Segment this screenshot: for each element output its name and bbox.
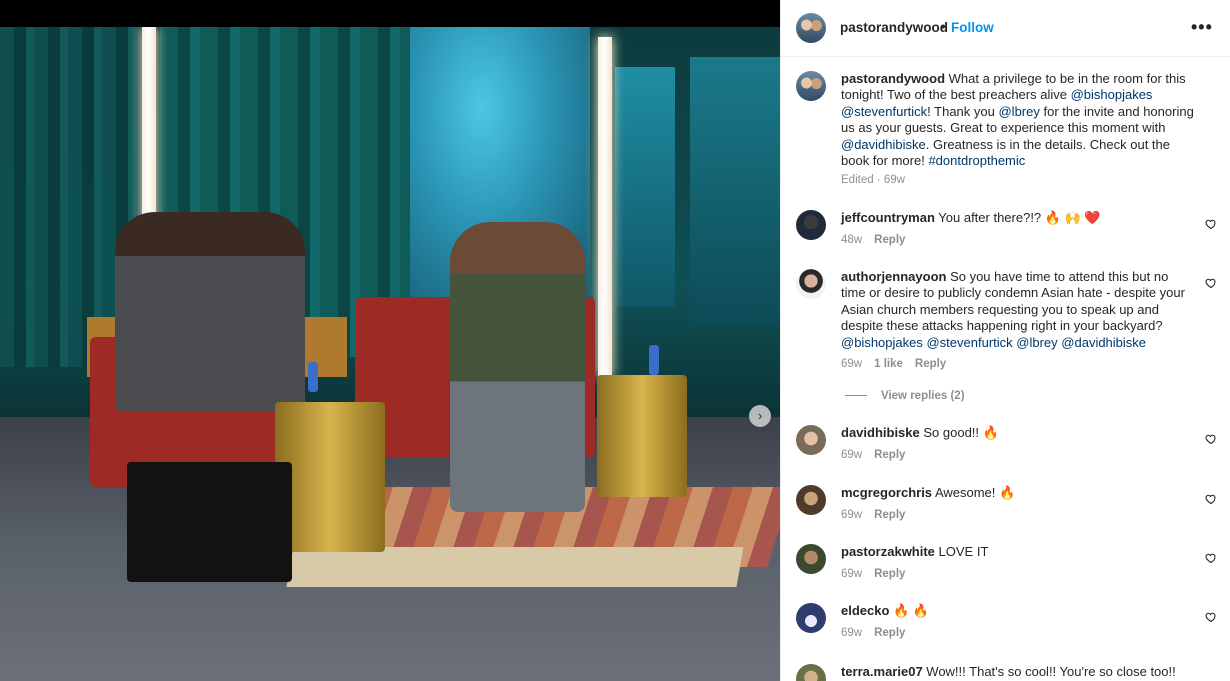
- stage-screen-far-right: [690, 57, 780, 327]
- avatar[interactable]: [796, 71, 826, 101]
- light-bar-left: [142, 27, 156, 227]
- comment-time: 48w: [841, 234, 863, 246]
- mention-link[interactable]: @bishopjakes: [1071, 87, 1153, 102]
- comment-meta: 69w Reply: [841, 449, 917, 461]
- caption-text: pastorandywood What a privilege to be in…: [841, 71, 1196, 169]
- comment-username[interactable]: eldecko: [841, 603, 889, 618]
- post-sidebar: pastorandywood • Follow ••• pastorandywo…: [780, 0, 1230, 681]
- comment-time: 69w: [841, 449, 863, 461]
- mention-link[interactable]: @stevenfurtick: [926, 335, 1012, 350]
- comment-text: eldecko 🔥 🔥: [841, 603, 1196, 619]
- heart-outline-icon[interactable]: [1205, 611, 1217, 623]
- separator-dot: •: [941, 19, 946, 34]
- mention-link[interactable]: @davidhibiske: [841, 137, 926, 152]
- comment-text: pastorzakwhite LOVE IT: [841, 544, 1196, 560]
- avatar[interactable]: [796, 425, 826, 455]
- comment-body: So good!! 🔥: [919, 425, 999, 440]
- comment-meta: 69w Reply: [841, 627, 917, 639]
- replies-divider: [845, 395, 867, 397]
- comment-username[interactable]: pastorzakwhite: [841, 544, 935, 559]
- comment-username[interactable]: jeffcountryman: [841, 210, 935, 225]
- heart-outline-icon[interactable]: [1205, 277, 1217, 289]
- speaker-left: [115, 212, 305, 412]
- heart-outline-icon[interactable]: [1205, 218, 1217, 230]
- reply-button[interactable]: Reply: [874, 627, 905, 639]
- avatar[interactable]: [796, 664, 826, 681]
- heart-outline-icon[interactable]: [1205, 493, 1217, 505]
- stage-rug-fringe: [286, 547, 744, 587]
- comment-body: LOVE IT: [934, 544, 989, 559]
- stage-monitor-speaker: [127, 462, 292, 582]
- comment-body: 🔥 🔥: [889, 603, 930, 618]
- caption-part: ! Thank you: [927, 103, 999, 119]
- heart-outline-icon[interactable]: [1205, 433, 1217, 445]
- avatar[interactable]: [796, 485, 826, 515]
- side-table-right: [597, 375, 687, 497]
- comment-time: 69w: [841, 509, 863, 521]
- comment-text: terra.marie07 Wow!!! That's so cool!! Yo…: [841, 664, 1196, 680]
- caption-meta: Edited · 69w: [841, 174, 917, 186]
- comment-body: Wow!!! That's so cool!! You're so close …: [922, 664, 1176, 679]
- like-count[interactable]: 1 like: [874, 358, 903, 370]
- speaker-right: [450, 222, 585, 512]
- reply-button[interactable]: Reply: [874, 234, 905, 246]
- post-header: pastorandywood • Follow •••: [781, 0, 1230, 57]
- comment-username[interactable]: mcgregorchris: [841, 485, 932, 500]
- chevron-right-icon[interactable]: ›: [749, 405, 771, 427]
- comment-meta: 69w 1 like Reply: [841, 358, 958, 370]
- comment-body: Awesome! 🔥: [932, 485, 1016, 500]
- comment-text: davidhibiske So good!! 🔥: [841, 425, 1196, 441]
- comment-meta: 69w Reply: [841, 568, 917, 580]
- hashtag-link[interactable]: #dontdropthemic: [928, 153, 1025, 168]
- reply-button[interactable]: Reply: [874, 509, 905, 521]
- edited-timestamp: Edited · 69w: [841, 174, 905, 186]
- reply-button[interactable]: Reply: [874, 568, 905, 580]
- comment-body: You after there?!? 🔥 🙌 ❤️: [934, 210, 1101, 225]
- comment-time: 69w: [841, 358, 863, 370]
- mention-link[interactable]: @stevenfurtick: [841, 104, 927, 119]
- comment-text: authorjennayoon So you have time to atte…: [841, 269, 1196, 351]
- avatar[interactable]: [796, 210, 826, 240]
- follow-button[interactable]: Follow: [951, 20, 994, 35]
- heart-outline-icon[interactable]: [1205, 552, 1217, 564]
- comment-meta: 48w Reply: [841, 234, 917, 246]
- comment-username[interactable]: authorjennayoon: [841, 269, 946, 284]
- mention-link[interactable]: @lbrey: [998, 104, 1039, 119]
- avatar[interactable]: [796, 13, 826, 43]
- media-top-bar: [0, 0, 780, 27]
- comment-username[interactable]: davidhibiske: [841, 425, 920, 440]
- more-horizontal-icon[interactable]: •••: [1191, 17, 1213, 38]
- post-media[interactable]: ›: [0, 0, 780, 681]
- comment-time: 69w: [841, 627, 863, 639]
- post-username[interactable]: pastorandywood: [840, 20, 948, 35]
- avatar[interactable]: [796, 603, 826, 633]
- mention-link[interactable]: @davidhibiske: [1061, 335, 1146, 350]
- comment-time: 69w: [841, 568, 863, 580]
- caption-username[interactable]: pastorandywood: [841, 71, 945, 86]
- comment-username[interactable]: terra.marie07: [841, 664, 923, 679]
- mention-link[interactable]: @lbrey: [1016, 335, 1057, 350]
- post-photo: [0, 27, 780, 681]
- reply-button[interactable]: Reply: [915, 358, 946, 370]
- mention-link[interactable]: @bishopjakes: [841, 335, 923, 350]
- comment-text: jeffcountryman You after there?!? 🔥 🙌 ❤️: [841, 210, 1196, 226]
- avatar[interactable]: [796, 269, 826, 299]
- view-replies-label: View replies (2): [881, 390, 965, 402]
- avatar[interactable]: [796, 544, 826, 574]
- view-replies-button[interactable]: View replies (2): [845, 390, 965, 402]
- stage-screen-right: [615, 67, 675, 307]
- reply-button[interactable]: Reply: [874, 449, 905, 461]
- comment-text: mcgregorchris Awesome! 🔥: [841, 485, 1196, 501]
- water-bottle-right: [649, 345, 659, 375]
- water-bottle-left: [308, 362, 318, 392]
- comment-meta: 69w Reply: [841, 509, 917, 521]
- light-bar-right: [598, 37, 612, 377]
